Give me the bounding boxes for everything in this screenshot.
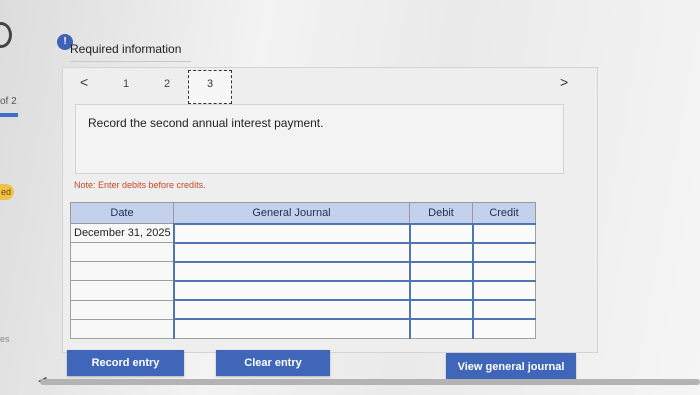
chevron-right-icon[interactable]: > <box>560 74 568 90</box>
progress-ring-icon <box>0 22 12 48</box>
step-tab-3-active[interactable]: 3 <box>188 70 232 104</box>
date-cell <box>70 242 174 263</box>
date-cell <box>70 318 174 340</box>
instruction-text: Record the second annual interest paymen… <box>88 116 324 130</box>
status-badge: ed <box>0 184 14 200</box>
date-cell <box>70 261 174 282</box>
left-partial-sidebar: of 2 ed es <box>0 0 22 395</box>
instruction-box <box>75 104 564 174</box>
table-row <box>70 279 536 301</box>
date-cell <box>70 299 174 320</box>
step-tab-2[interactable]: 2 <box>164 78 170 90</box>
table-row <box>70 318 536 340</box>
credit-input[interactable] <box>471 260 536 282</box>
step-tab-1[interactable]: 1 <box>123 78 129 90</box>
debit-input[interactable] <box>408 222 473 244</box>
note-text: Note: Enter debits before credits. <box>74 180 206 190</box>
chevron-left-icon[interactable]: < <box>80 74 88 90</box>
debit-input[interactable] <box>408 241 473 263</box>
record-entry-button[interactable]: Record entry <box>67 350 184 376</box>
table-row <box>70 241 536 263</box>
table-header-row: Date General Journal Debit Credit <box>70 202 536 224</box>
credit-input[interactable] <box>471 222 536 244</box>
column-header-credit: Credit <box>472 202 536 224</box>
table-row: December 31, 2025 <box>70 222 536 244</box>
debit-input[interactable] <box>408 318 473 340</box>
account-input[interactable] <box>172 241 410 263</box>
table-row <box>70 260 536 282</box>
account-input[interactable] <box>172 222 410 244</box>
debit-input[interactable] <box>408 279 473 301</box>
account-input[interactable] <box>172 279 410 301</box>
credit-input[interactable] <box>471 241 536 263</box>
page-of-label: of 2 <box>0 96 17 107</box>
table-row <box>70 299 536 320</box>
view-general-journal-button[interactable]: View general journal <box>446 353 576 381</box>
debit-input[interactable] <box>408 260 473 282</box>
side-label: es <box>0 334 10 344</box>
horizontal-scrollbar[interactable] <box>40 379 700 385</box>
clear-entry-button[interactable]: Clear entry <box>216 350 330 376</box>
required-information-title[interactable]: Required information <box>70 42 192 62</box>
credit-input[interactable] <box>471 318 536 340</box>
column-header-debit: Debit <box>409 202 473 224</box>
credit-input[interactable] <box>471 299 536 320</box>
date-cell: December 31, 2025 <box>70 222 174 244</box>
journal-entry-table: Date General Journal Debit Credit Decemb… <box>70 202 536 340</box>
account-input[interactable] <box>172 318 410 340</box>
column-header-general-journal: General Journal <box>173 202 410 224</box>
credit-input[interactable] <box>471 279 536 301</box>
account-input[interactable] <box>172 299 410 320</box>
date-cell <box>70 280 174 301</box>
debit-input[interactable] <box>408 299 473 320</box>
progress-bar <box>0 113 18 117</box>
account-input[interactable] <box>172 260 410 282</box>
column-header-date: Date <box>70 202 174 224</box>
